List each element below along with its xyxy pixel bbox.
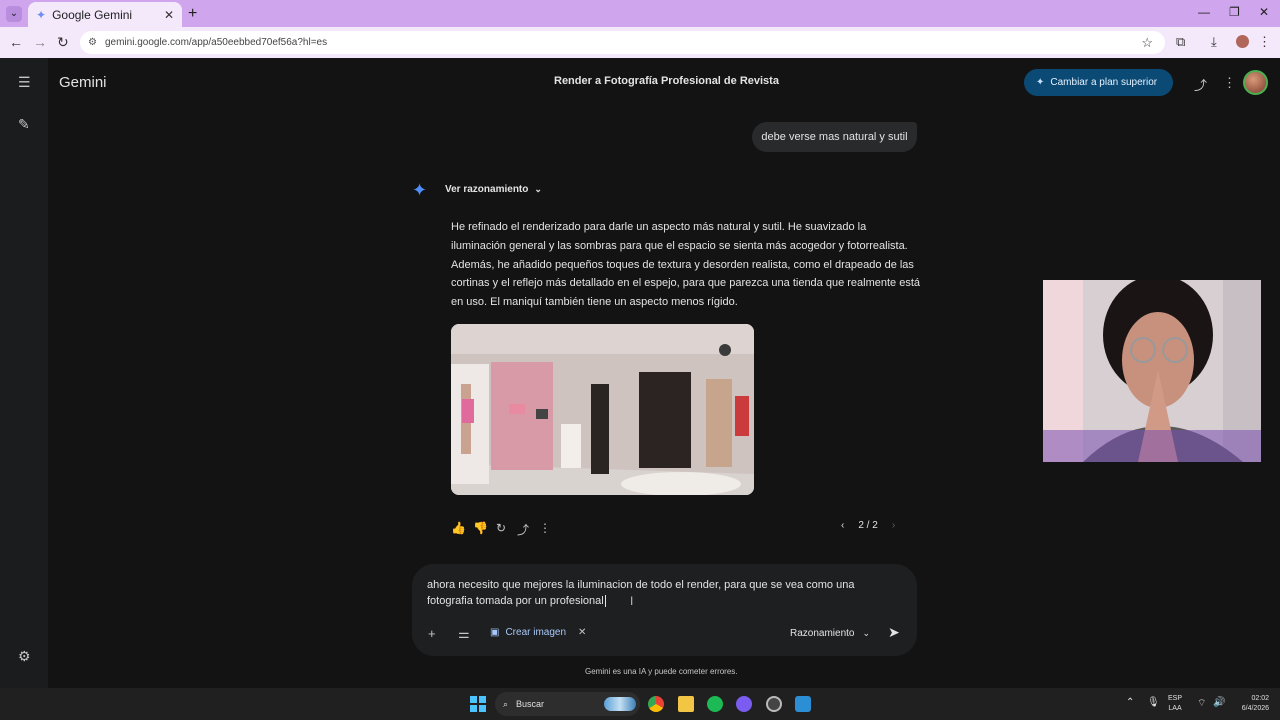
webcam-overlay [1043,280,1261,462]
browser-chrome: ⌄ ✦ Google Gemini ✕ + — ❐ ✕ ← → ↻ ⚙ gemi… [0,0,1280,58]
microphone-icon[interactable]: 🎙 [1147,697,1160,708]
tab-close-icon[interactable]: ✕ [164,8,174,22]
back-icon[interactable]: ← [9,34,23,50]
spark-icon: ✦ [1036,77,1045,88]
webcam-person-image [1043,280,1261,462]
next-draft-icon[interactable]: › [892,520,895,531]
gemini-favicon-icon: ✦ [36,7,47,22]
app-icon[interactable] [795,696,811,712]
image-icon: ▣ [490,627,500,638]
settings-icon[interactable]: ⚙ [18,648,31,665]
language-indicator[interactable]: ESP LAA [1168,694,1182,714]
lang-bottom: LAA [1168,705,1182,712]
prompt-input[interactable]: ahora necesito que mejores la iluminacio… [427,577,887,609]
new-tab-icon[interactable]: + [188,5,197,23]
windows-taskbar: ⌕ Buscar ⌃ 🎙 ESP LAA ⌔ 🔊 02:02 6/4/2026 [0,688,1280,720]
forward-icon[interactable]: → [33,34,47,50]
browser-profile-avatar[interactable] [1236,35,1249,48]
remove-chip-icon[interactable]: ✕ [578,627,586,638]
gemini-spark-icon: ✦ [412,180,428,200]
response-actions: 👍 👎 ↻ ⤴ ⋮ [451,521,551,538]
reasoning-toggle-label: Ver razonamiento [445,184,529,195]
model-response: He refinado el renderizado para darle un… [451,221,921,309]
wifi-icon[interactable]: ⌔ [1197,697,1206,710]
disclaimer: Gemini es una IA y puede cometer errores… [585,667,738,676]
chevron-down-icon: ⌄ [862,628,871,638]
browser-menu-icon[interactable]: ⋮ [1258,34,1271,50]
generated-render-image[interactable] [451,324,754,495]
browser-tab[interactable]: ✦ Google Gemini ✕ [28,2,182,27]
upgrade-button[interactable]: ✦ Cambiar a plan superior [1024,69,1173,96]
create-image-chip[interactable]: ▣ Crear imagen ✕ [490,627,586,638]
close-window-icon[interactable]: ✕ [1259,5,1269,19]
app-brand[interactable]: Gemini [59,74,107,91]
chevron-down-icon: ⌄ [534,184,542,194]
minimize-icon[interactable]: — [1198,5,1210,19]
create-image-label: Crear imagen [505,627,567,638]
browser-toolbar: ← → ↻ ⚙ gemini.google.com/app/a50eebbed7… [0,27,1280,58]
tab-search-icon[interactable]: ⌄ [6,6,22,22]
clock-time: 02:02 [1251,695,1269,702]
taskbar-search-label: Buscar [516,699,545,709]
obs-icon[interactable] [736,696,752,712]
download-icon[interactable]: ⤓ [1211,34,1217,50]
site-info-icon[interactable]: ⚙ [88,37,97,48]
mode-label: Razonamiento [790,628,855,639]
spotify-icon[interactable] [707,696,723,712]
tab-strip: ⌄ ✦ Google Gemini ✕ + — ❐ ✕ [0,0,1280,27]
prompt-text: ahora necesito que mejores la iluminacio… [427,579,855,607]
conversation-title: Render a Fotografía Profesional de Revis… [554,75,779,87]
account-avatar[interactable] [1243,70,1268,95]
draft-pager: ‹ 2 / 2 › [841,520,895,531]
mode-selector[interactable]: Razonamiento ⌄ [790,628,870,639]
upgrade-label: Cambiar a plan superior [1050,77,1158,88]
share-response-icon[interactable]: ⤴ [517,521,529,538]
extensions-icon[interactable]: ⧉ [1176,34,1185,50]
settings-app-icon[interactable] [766,696,782,712]
add-attachment-icon[interactable]: + [428,626,436,641]
sidebar: ☰ ✎ ⚙ [0,58,48,688]
previous-draft-icon[interactable]: ‹ [841,520,844,531]
volume-icon[interactable]: 🔊 [1213,697,1225,708]
file-explorer-icon[interactable] [678,696,694,712]
more-options-icon[interactable]: ⋮ [1223,75,1236,91]
regenerate-icon[interactable]: ↻ [495,521,507,538]
menu-icon[interactable]: ☰ [18,74,31,91]
clock-date: 6/4/2026 [1241,705,1269,712]
text-caret [604,595,606,608]
system-clock[interactable]: 02:02 6/4/2026 [1233,694,1269,714]
main-area: Gemini Render a Fotografía Profesional d… [48,58,1280,688]
prompt-composer[interactable]: ahora necesito que mejores la iluminacio… [412,564,917,656]
thumbs-up-icon[interactable]: 👍 [451,521,466,538]
send-icon[interactable]: ➤ [888,624,900,641]
show-reasoning-toggle[interactable]: Ver razonamiento ⌄ [445,184,542,195]
draft-counter: 2 / 2 [858,520,878,531]
more-actions-icon[interactable]: ⋮ [539,521,551,538]
taskbar-search[interactable]: ⌕ Buscar [495,692,640,716]
reload-icon[interactable]: ↻ [57,34,69,51]
ibeam-cursor-icon: I [630,594,634,608]
address-bar[interactable]: ⚙ gemini.google.com/app/a50eebbed70ef56a… [80,31,1165,54]
tab-title: Google Gemini [52,7,133,22]
tray-overflow-icon[interactable]: ⌃ [1126,697,1134,708]
lang-top: ESP [1168,695,1183,702]
share-icon[interactable]: ⤴ [1194,75,1207,94]
thumbs-down-icon[interactable]: 👎 [473,521,488,538]
url-text: gemini.google.com/app/a50eebbed70ef56a?h… [104,37,328,48]
user-message: debe verse mas natural y sutil [752,122,917,152]
store-render-illustration [451,324,754,495]
start-icon[interactable] [470,696,486,712]
new-chat-icon[interactable]: ✎ [18,116,30,133]
tools-icon[interactable]: ⚌ [458,626,470,642]
search-icon: ⌕ [503,698,509,709]
bookmark-star-icon[interactable]: ☆ [1141,35,1153,51]
restore-icon[interactable]: ❐ [1229,5,1240,19]
search-highlight-image [604,697,636,711]
chrome-icon[interactable] [648,696,664,712]
